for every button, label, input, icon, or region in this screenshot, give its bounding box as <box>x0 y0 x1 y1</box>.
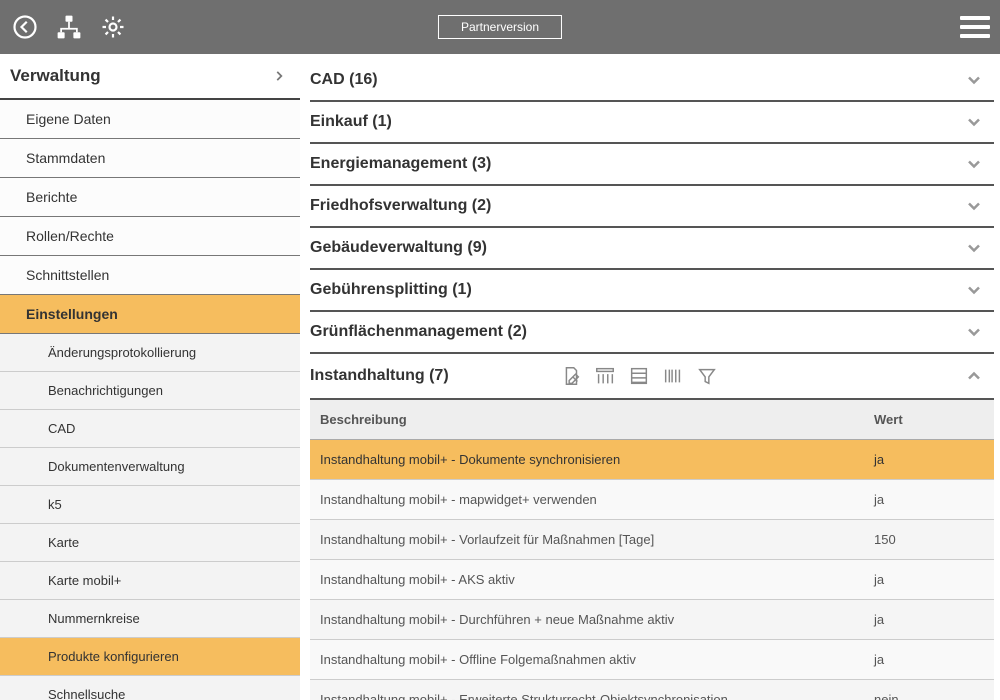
sidebar-subitem[interactable]: Nummernkreise <box>0 600 300 638</box>
cell-desc: Instandhaltung mobil+ - Vorlaufzeit für … <box>320 532 874 547</box>
cell-desc: Instandhaltung mobil+ - mapwidget+ verwe… <box>320 492 874 507</box>
sidebar-title: Verwaltung <box>10 66 101 86</box>
table-row[interactable]: Instandhaltung mobil+ - Erweiterte Struk… <box>310 680 994 700</box>
group-label: CAD (16) <box>310 71 378 89</box>
cell-val: ja <box>874 612 984 627</box>
chevron-up-icon <box>964 366 984 386</box>
cell-desc: Instandhaltung mobil+ - AKS aktiv <box>320 572 874 587</box>
col-header-desc[interactable]: Beschreibung <box>320 412 874 427</box>
rows-icon[interactable] <box>627 364 651 388</box>
chevron-right-icon <box>272 69 286 83</box>
group-label: Friedhofsverwaltung (2) <box>310 197 491 215</box>
cell-val: ja <box>874 652 984 667</box>
group-header[interactable]: Friedhofsverwaltung (2) <box>310 186 994 228</box>
menu-button[interactable] <box>960 16 990 38</box>
sidebar-item[interactable]: Schnittstellen <box>0 256 300 295</box>
sidebar-subitem[interactable]: Änderungsprotokollierung <box>0 334 300 372</box>
sidebar-title-row[interactable]: Verwaltung <box>0 54 300 100</box>
sidebar-subitem[interactable]: CAD <box>0 410 300 448</box>
chevron-down-icon <box>964 70 984 90</box>
group-label: Einkauf (1) <box>310 113 392 131</box>
header-left-tools <box>10 12 128 42</box>
group-label: Grünflächenmanagement (2) <box>310 323 527 341</box>
cell-val: nein <box>874 692 984 700</box>
sidebar-subitem[interactable]: k5 <box>0 486 300 524</box>
sidebar-item[interactable]: Eigene Daten <box>0 100 300 139</box>
cell-desc: Instandhaltung mobil+ - Offline Folgemaß… <box>320 652 874 667</box>
chevron-down-icon <box>964 196 984 216</box>
partnerversion-button[interactable]: Partnerversion <box>438 15 562 39</box>
cell-val: 150 <box>874 532 984 547</box>
hamburger-icon <box>960 16 990 38</box>
sitemap-icon[interactable] <box>54 12 84 42</box>
table-row[interactable]: Instandhaltung mobil+ - Durchführen + ne… <box>310 600 994 640</box>
sidebar-subitem[interactable]: Karte <box>0 524 300 562</box>
group-header[interactable]: Grünflächenmanagement (2) <box>310 312 994 354</box>
table-row[interactable]: Instandhaltung mobil+ - AKS aktivja <box>310 560 994 600</box>
chevron-down-icon <box>964 154 984 174</box>
filter-icon[interactable] <box>695 364 719 388</box>
barcode-icon[interactable] <box>661 364 685 388</box>
table-row[interactable]: Instandhaltung mobil+ - Vorlaufzeit für … <box>310 520 994 560</box>
back-button[interactable] <box>10 12 40 42</box>
group-label: Energiemanagement (3) <box>310 155 491 173</box>
cell-val: ja <box>874 492 984 507</box>
header-center: Partnerversion <box>438 15 562 39</box>
col-header-val[interactable]: Wert <box>874 412 984 427</box>
group-header[interactable]: CAD (16) <box>310 60 994 102</box>
table-row[interactable]: Instandhaltung mobil+ - mapwidget+ verwe… <box>310 480 994 520</box>
group-label: Gebührensplitting (1) <box>310 281 472 299</box>
cell-desc: Instandhaltung mobil+ - Dokumente synchr… <box>320 452 874 467</box>
app-header: Partnerversion <box>0 0 1000 54</box>
cell-val: ja <box>874 572 984 587</box>
chevron-down-icon <box>964 238 984 258</box>
cell-desc: Instandhaltung mobil+ - Erweiterte Struk… <box>320 692 874 700</box>
sidebar-subitem[interactable]: Schnellsuche <box>0 676 300 700</box>
group-header[interactable]: Energiemanagement (3) <box>310 144 994 186</box>
sidebar-item[interactable]: Einstellungen <box>0 295 300 334</box>
group-header[interactable]: Gebäudeverwaltung (9) <box>310 228 994 270</box>
sidebar-item[interactable]: Rollen/Rechte <box>0 217 300 256</box>
settings-table: BeschreibungWert Instandhaltung mobil+ - … <box>310 400 994 700</box>
table-header: BeschreibungWert <box>310 400 994 440</box>
sidebar-subitem[interactable]: Benachrichtigungen <box>0 372 300 410</box>
sidebar-subitem[interactable]: Dokumentenverwaltung <box>0 448 300 486</box>
cell-desc: Instandhaltung mobil+ - Durchführen + ne… <box>320 612 874 627</box>
chevron-down-icon <box>964 112 984 132</box>
group-toolbar <box>559 364 719 388</box>
cell-val: ja <box>874 452 984 467</box>
group-header[interactable]: Einkauf (1) <box>310 102 994 144</box>
table-row[interactable]: Instandhaltung mobil+ - Dokumente synchr… <box>310 440 994 480</box>
sidebar: Verwaltung Eigene DatenStammdatenBericht… <box>0 54 300 700</box>
chevron-down-icon <box>964 322 984 342</box>
columns-icon[interactable] <box>593 364 617 388</box>
chevron-down-icon <box>964 280 984 300</box>
group-label: Gebäudeverwaltung (9) <box>310 239 487 257</box>
sidebar-subitem[interactable]: Produkte konfigurieren <box>0 638 300 676</box>
sidebar-item[interactable]: Stammdaten <box>0 139 300 178</box>
sidebar-item[interactable]: Berichte <box>0 178 300 217</box>
group-label: Instandhaltung (7) <box>310 367 449 385</box>
group-header[interactable]: Gebührensplitting (1) <box>310 270 994 312</box>
main-panel: CAD (16) Einkauf (1) Energiemanagement (3)… <box>300 54 1000 700</box>
gear-icon[interactable] <box>98 12 128 42</box>
sidebar-subitem[interactable]: Karte mobil+ <box>0 562 300 600</box>
group-header[interactable]: Instandhaltung (7) <box>310 354 994 400</box>
table-row[interactable]: Instandhaltung mobil+ - Offline Folgemaß… <box>310 640 994 680</box>
edit-page-icon[interactable] <box>559 364 583 388</box>
